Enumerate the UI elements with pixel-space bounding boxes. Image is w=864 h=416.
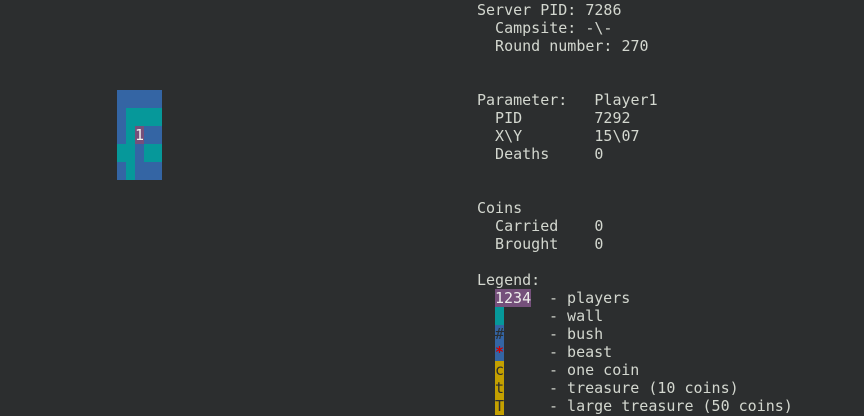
map-player-marker: 1	[135, 126, 145, 144]
coins-carried-line: Carried 0	[477, 217, 604, 235]
map-bush-tile	[117, 126, 126, 144]
map-wall-tile	[126, 108, 135, 126]
terminal-window: Server PID: 7286 Campsite: -\- Round num…	[0, 0, 864, 416]
player-xy-line: X\Y 15\07	[477, 127, 640, 145]
legend-wall-desc: - wall	[549, 307, 604, 325]
player-pid-line: PID 7292	[477, 109, 631, 127]
map-wall-tile	[144, 108, 153, 126]
server-pid-line: Server PID: 7286	[477, 1, 622, 19]
parameter-header: Parameter: Player1	[477, 91, 658, 109]
legend-beast-swatch: *	[495, 343, 505, 361]
player-deaths-line: Deaths 0	[477, 145, 604, 163]
legend-large-treasure-swatch: T	[495, 397, 505, 415]
map-wall-tile	[153, 108, 162, 126]
coins-header: Coins	[477, 199, 523, 217]
map-bush-tile	[126, 90, 135, 108]
map-wall-tile	[153, 144, 162, 162]
legend-large-treasure-desc: - large treasure (50 coins)	[549, 397, 793, 415]
map-bush-tile	[117, 108, 126, 126]
map-bush-tile	[117, 90, 126, 108]
legend-coin-swatch: c	[495, 361, 505, 379]
map-bush-tile	[135, 90, 144, 108]
legend-treasure-swatch: t	[495, 379, 505, 397]
legend-bush-swatch: #	[495, 325, 505, 343]
legend-header: Legend:	[477, 271, 541, 289]
map-wall-tile	[126, 162, 135, 180]
map-wall-tile	[126, 144, 135, 162]
map-bush-tile	[117, 162, 126, 180]
legend-treasure-desc: - treasure (10 coins)	[549, 379, 739, 397]
round-number-line: Round number: 270	[477, 37, 649, 55]
map-bush-tile	[135, 162, 144, 180]
map-bush-tile	[153, 126, 162, 144]
map-wall-tile	[117, 144, 126, 162]
map-bush-tile	[135, 144, 144, 162]
map-bush-tile	[153, 162, 162, 180]
legend-coin-desc: - one coin	[549, 361, 640, 379]
legend-beast-desc: - beast	[549, 343, 613, 361]
map-bush-tile	[153, 90, 162, 108]
map-wall-tile	[126, 126, 135, 144]
legend-players-swatch: 1234	[495, 289, 532, 307]
legend-bush-desc: - bush	[549, 325, 604, 343]
coins-brought-line: Brought 0	[477, 235, 604, 253]
map-bush-tile	[144, 162, 153, 180]
map-bush-tile	[144, 126, 153, 144]
map-wall-tile	[135, 108, 144, 126]
map-bush-tile	[144, 90, 153, 108]
campsite-line: Campsite: -\-	[477, 19, 613, 37]
legend-players-desc: - players	[549, 289, 631, 307]
map-wall-tile	[144, 144, 153, 162]
map-view: 1	[117, 90, 162, 180]
legend-wall-swatch	[495, 307, 504, 325]
